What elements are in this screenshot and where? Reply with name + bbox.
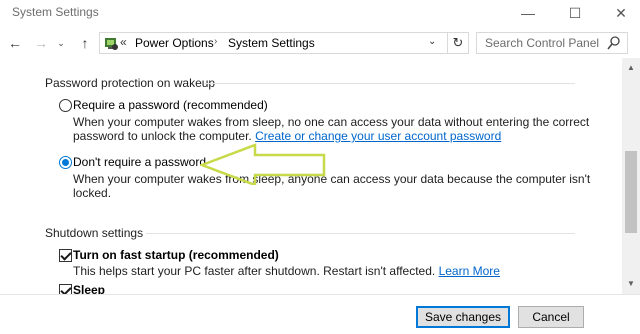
fast-startup-checkbox[interactable] bbox=[59, 249, 72, 262]
dont-require-password-desc-line1: When your computer wakes from sleep, any… bbox=[73, 172, 591, 186]
learn-more-link[interactable]: Learn More bbox=[439, 264, 500, 278]
sleep-label[interactable]: Sleep bbox=[73, 283, 105, 294]
title-bar: System Settings — ☐ ✕ bbox=[0, 0, 640, 28]
back-button[interactable]: ← bbox=[6, 34, 24, 52]
breadcrumb-power-options[interactable]: Power Options bbox=[135, 36, 214, 50]
dont-require-password-desc-line2: locked. bbox=[73, 186, 112, 200]
address-bar[interactable]: « Power Options › System Settings ⌄ ↻ bbox=[99, 32, 469, 54]
require-password-label[interactable]: Require a password (recommended) bbox=[73, 98, 268, 112]
section-divider bbox=[146, 233, 575, 234]
dont-require-password-label[interactable]: Don't require a password bbox=[73, 155, 206, 169]
dont-require-password-description: When your computer wakes from sleep, any… bbox=[73, 172, 590, 200]
search-icon bbox=[607, 35, 621, 51]
close-button[interactable]: ✕ bbox=[598, 0, 640, 28]
require-password-desc-line2: password to unlock the computer. bbox=[73, 129, 252, 143]
power-options-icon bbox=[103, 35, 119, 51]
forward-button[interactable]: → bbox=[32, 34, 50, 52]
minimize-button[interactable]: — bbox=[505, 0, 551, 28]
require-password-desc-line1: When your computer wakes from sleep, no … bbox=[73, 115, 590, 129]
section-divider bbox=[205, 83, 575, 84]
settings-content: Password protection on wakeup Require a … bbox=[0, 58, 622, 294]
fast-startup-description: This helps start your PC faster after sh… bbox=[73, 264, 500, 278]
breadcrumb-system-settings[interactable]: System Settings bbox=[228, 36, 315, 50]
annotation-arrow-icon bbox=[200, 143, 326, 185]
require-password-description: When your computer wakes from sleep, no … bbox=[73, 115, 589, 143]
window-title: System Settings bbox=[12, 5, 99, 19]
refresh-button[interactable]: ↻ bbox=[447, 33, 468, 53]
require-password-radio[interactable] bbox=[59, 99, 72, 112]
shutdown-section-title: Shutdown settings bbox=[45, 226, 144, 240]
vertical-scrollbar[interactable]: ▲ ▼ bbox=[622, 58, 640, 294]
scroll-down-icon[interactable]: ▼ bbox=[622, 276, 640, 292]
search-input[interactable]: Search Control Panel bbox=[476, 32, 628, 54]
search-placeholder: Search Control Panel bbox=[485, 36, 600, 50]
recent-locations-button[interactable]: ⌄ bbox=[55, 34, 67, 52]
breadcrumb-separator-icon[interactable]: › bbox=[214, 36, 217, 47]
address-dropdown-icon[interactable]: ⌄ bbox=[428, 36, 436, 47]
maximize-button[interactable]: ☐ bbox=[552, 0, 598, 28]
create-password-link[interactable]: Create or change your user account passw… bbox=[255, 129, 501, 143]
password-section-title: Password protection on wakeup bbox=[45, 76, 216, 90]
footer-bar: Save changes Cancel bbox=[0, 294, 640, 334]
scroll-up-icon[interactable]: ▲ bbox=[622, 60, 640, 76]
sleep-checkbox[interactable] bbox=[59, 284, 72, 294]
cancel-button[interactable]: Cancel bbox=[518, 306, 584, 328]
up-button[interactable]: ↑ bbox=[76, 34, 94, 52]
save-changes-button[interactable]: Save changes bbox=[416, 306, 510, 328]
fast-startup-label[interactable]: Turn on fast startup (recommended) bbox=[73, 248, 279, 262]
address-overflow-chevron[interactable]: « bbox=[120, 35, 127, 49]
dont-require-password-radio[interactable] bbox=[59, 156, 72, 169]
fast-startup-desc-text: This helps start your PC faster after sh… bbox=[73, 264, 436, 278]
scrollbar-thumb[interactable] bbox=[625, 151, 637, 233]
navigation-bar: ← → ⌄ ↑ « Power Options › System Setting… bbox=[0, 28, 640, 58]
